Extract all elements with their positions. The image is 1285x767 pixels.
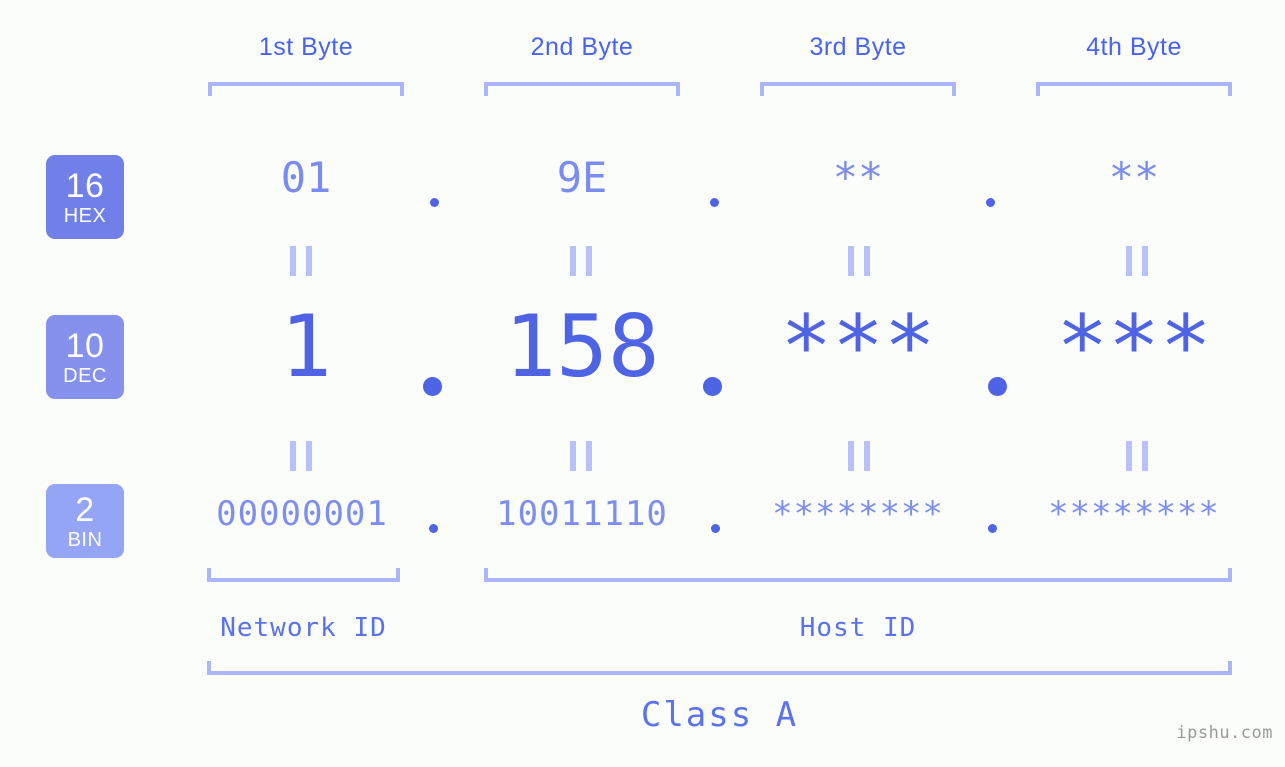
base-badge-dec: 10 DEC <box>46 315 124 399</box>
base-badge-bin-number: 2 <box>75 490 95 529</box>
network-id-label: Network ID <box>220 613 387 643</box>
bin-byte-4-value: ******** <box>1048 494 1220 534</box>
dec-separator-dot-3 <box>988 377 1007 396</box>
equals-connector-hex-dec-4 <box>1126 246 1148 276</box>
equals-connector-hex-dec-2 <box>570 246 592 276</box>
byte-header-2: 2nd Byte <box>530 33 634 61</box>
base-badge-hex: 16 HEX <box>46 155 124 239</box>
class-label: Class A <box>640 695 799 735</box>
byte-header-4: 4th Byte <box>1086 33 1182 61</box>
dec-byte-4-value: *** <box>1056 297 1212 397</box>
dec-byte-2-value: 158 <box>504 297 660 397</box>
byte-bracket-1 <box>208 82 404 96</box>
byte-bracket-3 <box>760 82 956 96</box>
bin-byte-2-value: 10011110 <box>496 494 668 534</box>
hex-byte-3-value: ** <box>832 153 884 202</box>
site-watermark: ipshu.com <box>1176 723 1273 743</box>
hex-byte-4-value: ** <box>1108 153 1160 202</box>
byte-bracket-4 <box>1036 82 1232 96</box>
network-id-bracket <box>207 568 400 582</box>
dec-separator-dot-2 <box>703 377 722 396</box>
hex-separator-dot-3 <box>986 198 995 207</box>
hex-separator-dot-1 <box>430 198 439 207</box>
equals-connector-dec-bin-2 <box>570 441 592 471</box>
bin-byte-3-value: ******** <box>772 494 944 534</box>
base-badge-hex-label: HEX <box>63 204 107 227</box>
equals-connector-dec-bin-3 <box>848 441 870 471</box>
bin-byte-1-value: 00000001 <box>216 494 388 534</box>
dec-separator-dot-1 <box>423 377 442 396</box>
equals-connector-dec-bin-4 <box>1126 441 1148 471</box>
bin-separator-dot-1 <box>429 524 438 533</box>
byte-header-3: 3rd Byte <box>809 33 907 61</box>
byte-header-1: 1st Byte <box>258 33 354 61</box>
base-badge-dec-label: DEC <box>63 364 107 387</box>
equals-connector-dec-bin-1 <box>290 441 312 471</box>
dec-byte-3-value: *** <box>780 297 936 397</box>
base-badge-bin: 2 BIN <box>46 484 124 558</box>
bin-separator-dot-3 <box>988 524 997 533</box>
bin-separator-dot-2 <box>711 524 720 533</box>
base-badge-hex-number: 16 <box>65 166 105 205</box>
byte-bracket-2 <box>484 82 680 96</box>
equals-connector-hex-dec-3 <box>848 246 870 276</box>
base-badge-bin-label: BIN <box>67 528 103 551</box>
hex-byte-1-value: 01 <box>280 153 332 202</box>
host-id-bracket <box>484 568 1232 582</box>
ip-byte-breakdown-diagram: 1st Byte 2nd Byte 3rd Byte 4th Byte 16 H… <box>0 0 1285 767</box>
base-badge-dec-number: 10 <box>65 326 105 365</box>
equals-connector-hex-dec-1 <box>290 246 312 276</box>
dec-byte-1-value: 1 <box>280 297 332 397</box>
hex-byte-2-value: 9E <box>556 153 608 202</box>
hex-separator-dot-2 <box>710 198 719 207</box>
host-id-label: Host ID <box>799 613 917 643</box>
class-bracket <box>207 661 1232 675</box>
